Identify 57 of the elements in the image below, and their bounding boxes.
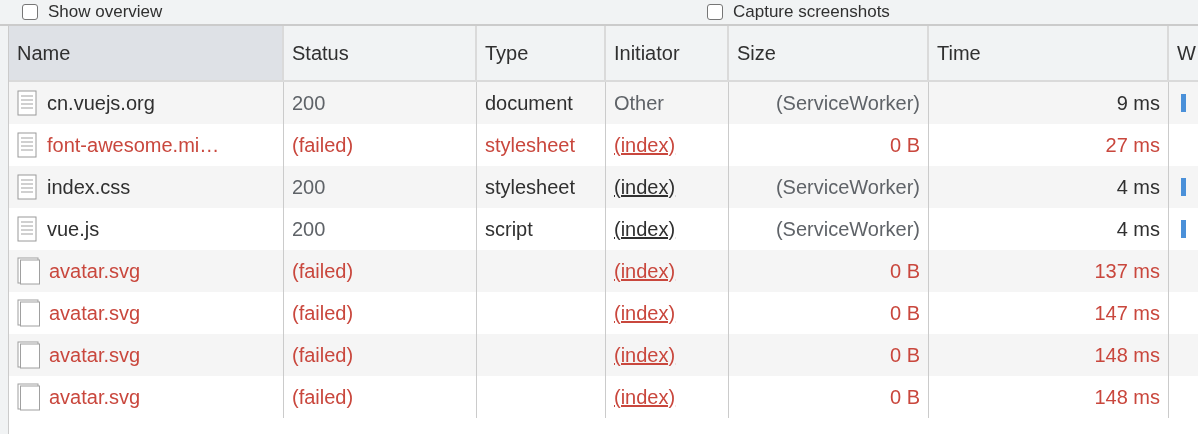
checkbox-label: Show overview <box>48 2 163 22</box>
table-cell: avatar.svg <box>49 343 141 367</box>
table-cell: 137 ms <box>1094 259 1160 283</box>
table-cell: 148 ms <box>1094 343 1160 367</box>
table-cell: (ServiceWorker) <box>775 217 920 241</box>
table-cell: 0 B <box>889 301 920 325</box>
table-cell: avatar.svg <box>49 259 141 283</box>
file-icon <box>17 299 41 327</box>
table-cell: cn.vuejs.org <box>47 91 155 115</box>
initiator-link[interactable]: (index) <box>614 343 676 367</box>
table-cell: 9 ms <box>1116 91 1160 115</box>
table-cell: 0 B <box>889 259 920 283</box>
column-header[interactable]: Name <box>9 26 284 80</box>
table-cell: stylesheet <box>485 175 576 199</box>
initiator-link[interactable]: (index) <box>614 133 676 157</box>
initiator-link[interactable]: (index) <box>614 175 676 199</box>
document-icon <box>17 90 37 116</box>
table-cell: 4 ms <box>1116 175 1160 199</box>
table-cell: 4 ms <box>1116 217 1160 241</box>
initiator-link[interactable]: (index) <box>614 259 676 283</box>
table-cell: font-awesome.mi… <box>47 133 220 157</box>
table-cell: (failed) <box>292 259 354 283</box>
table-cell: (failed) <box>292 343 354 367</box>
table-cell: 27 ms <box>1105 133 1160 157</box>
initiator-link[interactable]: (index) <box>614 217 676 241</box>
table-cell: Other <box>614 91 665 115</box>
table-cell: (failed) <box>292 385 354 409</box>
table-cell: 0 B <box>889 133 920 157</box>
table-cell: (ServiceWorker) <box>775 91 920 115</box>
initiator-link[interactable]: (index) <box>614 385 676 409</box>
table-cell: 148 ms <box>1094 385 1160 409</box>
checkbox[interactable] <box>707 4 723 20</box>
document-icon <box>17 174 37 200</box>
initiator-link[interactable]: (index) <box>614 301 676 325</box>
table-cell: script <box>485 217 533 241</box>
table-cell: avatar.svg <box>49 385 141 409</box>
table-cell: 200 <box>292 175 326 199</box>
table-cell: 200 <box>292 217 326 241</box>
table-cell: (failed) <box>292 301 354 325</box>
table-cell: 147 ms <box>1094 301 1160 325</box>
table-cell: (ServiceWorker) <box>775 175 920 199</box>
table-cell: stylesheet <box>485 133 576 157</box>
table-cell: (failed) <box>292 133 354 157</box>
table-cell: 0 B <box>889 343 920 367</box>
checkbox[interactable] <box>22 4 38 20</box>
table-cell: 200 <box>292 91 326 115</box>
table-cell: index.css <box>47 175 131 199</box>
table-cell: avatar.svg <box>49 301 141 325</box>
file-icon <box>17 257 41 285</box>
file-icon <box>17 341 41 369</box>
table-cell: vue.js <box>47 217 100 241</box>
table-cell: document <box>485 91 573 115</box>
checkbox-label: Capture screenshots <box>733 2 890 22</box>
document-icon <box>17 132 37 158</box>
table-cell: 0 B <box>889 385 920 409</box>
document-icon <box>17 216 37 242</box>
file-icon <box>17 383 41 411</box>
